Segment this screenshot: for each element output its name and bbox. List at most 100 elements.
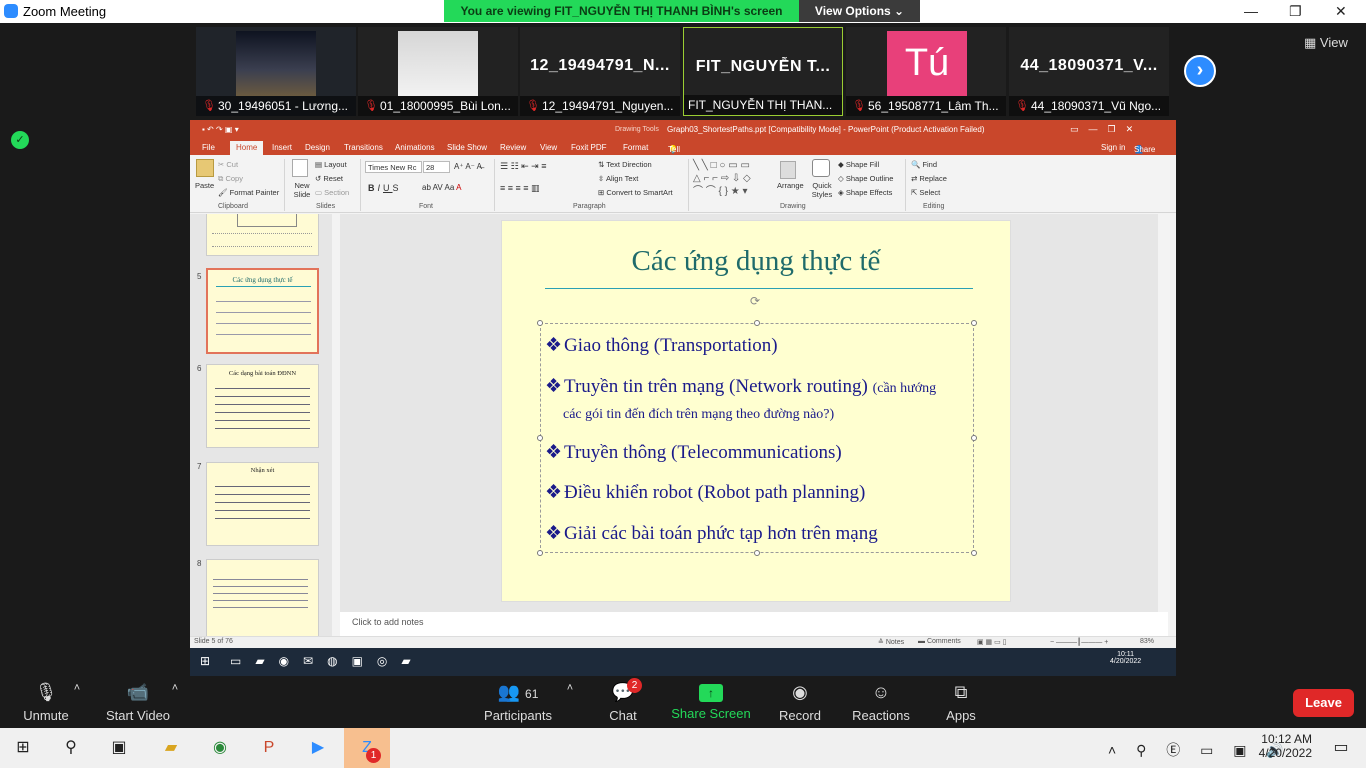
view-mode-icons[interactable]: ▣ ▦ ▭ ▯ (977, 638, 1007, 646)
start-video-button[interactable]: 📹 Start Video (102, 676, 174, 728)
new-slide-icon[interactable] (292, 159, 308, 177)
comments-button[interactable]: ▬ Comments (918, 638, 961, 645)
audio-options-chevron-icon[interactable]: ˄ (70, 676, 84, 728)
rotate-handle-icon[interactable]: ⟳ (750, 294, 760, 308)
slide-title[interactable]: Các ứng dụng thực tế (502, 245, 1010, 278)
resize-handle[interactable] (537, 435, 543, 441)
video-tile[interactable]: 12_19494791_N... 12_19494791_Nguyen... 🎙 (520, 27, 680, 116)
shapes-gallery[interactable]: ╲ ╲ □ ○ ▭ ▭ △ ⌐ ⌐ ⇨ ⇩ ◇ ⌒ ⌒ { } ★ ▾ (693, 159, 773, 199)
zoom-slider[interactable]: − ———┃——— + (1050, 638, 1108, 646)
video-options-chevron-icon[interactable]: ˄ (168, 676, 182, 728)
layout-button[interactable]: ▤ Layout (315, 160, 347, 169)
notification-icon[interactable]: ▭ (1318, 728, 1364, 768)
zalo-icon[interactable]: Z (344, 728, 390, 768)
windows-start-icon[interactable]: ⊞ (0, 728, 46, 768)
task-view-icon[interactable]: ▣ (96, 728, 142, 768)
apps-button[interactable]: ⧉ Apps (938, 676, 984, 728)
slide-thumbnail[interactable] (206, 214, 319, 256)
powerpoint-icon[interactable]: P (246, 728, 292, 768)
tab-design[interactable]: Design (305, 143, 330, 152)
font-style-buttons[interactable]: BIUS (368, 183, 402, 193)
tab-format[interactable]: Format (623, 143, 648, 152)
resize-handle[interactable] (754, 320, 760, 326)
shape-effects-button[interactable]: ◈ Shape Effects (838, 188, 892, 197)
file-explorer-icon[interactable]: ▰ (148, 728, 194, 768)
paste-icon[interactable] (196, 159, 214, 177)
video-tile[interactable]: Tú 56_19508771_Lâm Th... 🎙 (846, 27, 1006, 116)
tab-view[interactable]: View (540, 143, 557, 152)
view-button[interactable]: ▦ View (1304, 35, 1348, 51)
arrange-button[interactable]: Arrange (777, 181, 804, 190)
resize-handle[interactable] (537, 320, 543, 326)
bullets-icon[interactable]: ☰ ☷ ⇤ ⇥ ≡ (500, 161, 546, 172)
minimize-icon[interactable]: — (1244, 3, 1258, 19)
font-color-icon[interactable]: ab AV Aa A (422, 183, 461, 192)
view-options-button[interactable]: View Options ⌄ (799, 0, 920, 22)
editor-scrollbar[interactable] (1158, 214, 1168, 612)
tab-animations[interactable]: Animations (395, 143, 435, 152)
slide-thumbnail-selected[interactable]: Các ứng dụng thực tế (206, 268, 319, 354)
font-name-select[interactable]: Times New Rc (365, 161, 422, 173)
bullet-item[interactable]: ❖ Truyền thông (Telecommunications) (545, 441, 842, 464)
tab-review[interactable]: Review (500, 143, 526, 152)
maximize-icon[interactable]: ❐ (1289, 3, 1302, 20)
search-icon[interactable]: ⚲ (48, 728, 94, 768)
resize-handle[interactable] (971, 320, 977, 326)
video-tile[interactable]: 30_19496051 - Lương... 🎙 (196, 27, 356, 116)
slide-thumbnails-pane[interactable]: 5 Các ứng dụng thực tế 6 Các dạng bài to… (190, 214, 332, 636)
share-screen-button[interactable]: ↑ Share Screen (670, 676, 752, 728)
resize-handle[interactable] (537, 550, 543, 556)
leave-button[interactable]: Leave (1293, 689, 1354, 717)
align-icons[interactable]: ≡ ≡ ≡ ≡ ▥ (500, 183, 540, 194)
reset-button[interactable]: ↺ Reset (315, 174, 343, 183)
find-button[interactable]: 🔍 Find (911, 160, 937, 169)
new-slide-button[interactable]: New Slide (290, 181, 314, 199)
signin-link[interactable]: Sign in (1101, 143, 1125, 152)
quick-styles-icon[interactable] (812, 159, 830, 177)
replace-button[interactable]: ⇄ Replace (911, 174, 947, 183)
video-tile[interactable]: 44_18090371_V... 44_18090371_Vũ Ngo... 🎙 (1009, 27, 1169, 116)
resize-handle[interactable] (754, 550, 760, 556)
paste-button[interactable]: Paste (195, 181, 214, 190)
next-page-button[interactable]: › (1184, 55, 1216, 87)
participants-chevron-icon[interactable]: ˄ (563, 676, 577, 728)
slide-thumbnail[interactable]: Nhận xét (206, 462, 319, 546)
close-icon[interactable]: ✕ (1335, 3, 1347, 20)
tab-file[interactable]: File (202, 143, 215, 152)
slide-thumbnail[interactable] (206, 559, 319, 636)
zoom-app-icon[interactable]: ▶ (295, 728, 341, 768)
reactions-button[interactable]: ☺ Reactions (848, 676, 914, 728)
select-button[interactable]: ⇱ Select (911, 188, 940, 197)
notes-button[interactable]: ≙ Notes (878, 638, 904, 646)
slide-editing-area[interactable]: Các ứng dụng thực tế ⟳ ❖ Giao thông (Tran… (340, 214, 1168, 612)
convert-smartart-button[interactable]: ⊞ Convert to SmartArt (598, 188, 673, 197)
tab-slide-show[interactable]: Slide Show (447, 143, 487, 152)
resize-handle[interactable] (971, 435, 977, 441)
unmute-button[interactable]: 🎙 Unmute (14, 676, 78, 728)
chrome-icon[interactable]: ◉ (197, 728, 243, 768)
bullet-item[interactable]: ❖ Truyền tin trên mạng (Network routing) … (545, 375, 936, 398)
cut-button[interactable]: ✂ Cut (218, 160, 238, 169)
slide-thumbnail[interactable]: Các dạng bài toán ĐĐNN (206, 364, 319, 448)
tab-transitions[interactable]: Transitions (344, 143, 383, 152)
align-text-button[interactable]: ⇳ Align Text (598, 174, 638, 183)
bullet-item[interactable]: ❖ Giao thông (Transportation) (545, 334, 778, 357)
arrange-icon[interactable] (780, 161, 796, 179)
shape-outline-button[interactable]: ◇ Shape Outline (838, 174, 893, 183)
video-tile[interactable]: 01_18000995_Bùi Lon... 🎙 (358, 27, 518, 116)
text-placeholder-selection[interactable] (540, 323, 974, 553)
tab-home[interactable]: Home (230, 141, 264, 155)
participants-button[interactable]: 👥 61 Participants (478, 676, 558, 728)
bullet-item[interactable]: ❖ Điều khiển robot (Robot path planning) (545, 481, 865, 504)
record-button[interactable]: ◉ Record (772, 676, 828, 728)
shape-fill-button[interactable]: ◆ Shape Fill (838, 160, 879, 169)
resize-handle[interactable] (971, 550, 977, 556)
quick-styles-button[interactable]: Quick Styles (809, 181, 835, 199)
tab-foxit-pdf[interactable]: Foxit PDF (571, 143, 607, 152)
system-clock[interactable]: 10:12 AM 4/20/2022 (1252, 732, 1312, 760)
security-shield-icon[interactable]: ✓ (11, 131, 29, 149)
video-tile-active-speaker[interactable]: FIT_NGUYỄN T... FIT_NGUYỄN THỊ THAN... (683, 27, 843, 116)
text-direction-button[interactable]: ⇅ Text Direction (598, 160, 652, 169)
tab-insert[interactable]: Insert (272, 143, 292, 152)
font-size-select[interactable]: 28 (423, 161, 450, 173)
